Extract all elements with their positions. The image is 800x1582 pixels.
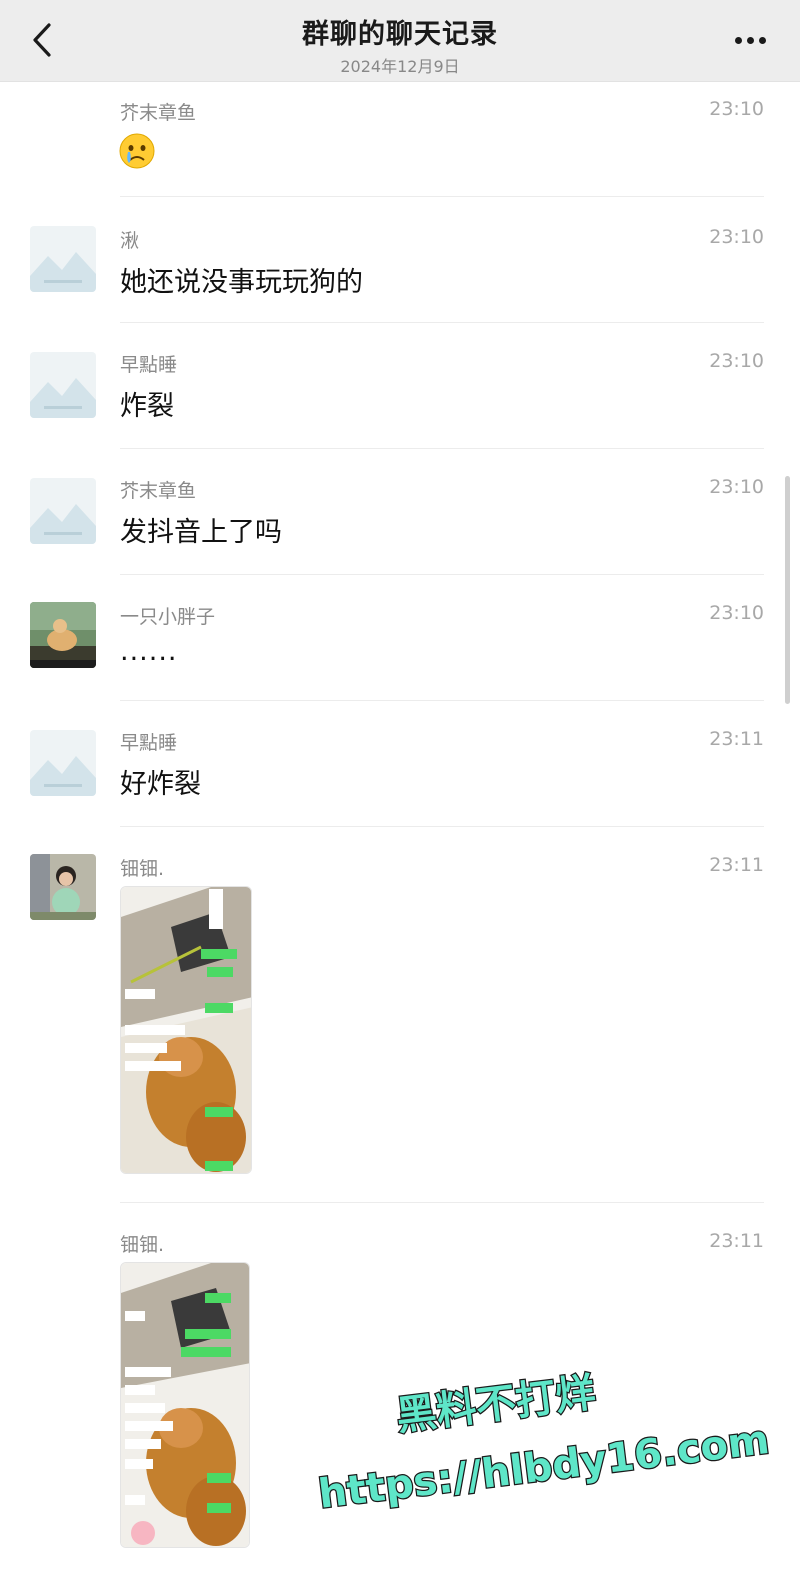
sender-name: 钿钿. xyxy=(120,1234,165,1256)
message-divider xyxy=(120,196,764,197)
chat-message: 湫 23:10 她还说没事玩玩狗的 xyxy=(0,198,800,324)
more-dot-icon xyxy=(758,36,766,44)
message-divider xyxy=(120,448,764,449)
chat-message: 早點睡 23:11 好炸裂 xyxy=(0,702,800,828)
message-divider xyxy=(120,322,764,323)
avatar[interactable] xyxy=(30,226,96,292)
avatar[interactable] xyxy=(30,854,96,920)
photo-avatar-icon xyxy=(30,854,96,920)
chat-history-header: 群聊的聊天记录 2024年12月9日 xyxy=(0,0,800,82)
message-time: 23:11 xyxy=(709,728,764,750)
avatar[interactable] xyxy=(30,730,96,796)
message-divider xyxy=(120,700,764,701)
sender-name: 早點睡 xyxy=(120,354,178,376)
chat-message: 钿钿. 23:11 xyxy=(0,1204,800,1582)
message-divider xyxy=(120,574,764,575)
message-time: 23:10 xyxy=(709,226,764,248)
image-message[interactable] xyxy=(120,1262,250,1548)
sender-name: 一只小胖子 xyxy=(120,606,216,628)
scrollbar[interactable] xyxy=(785,476,790,704)
sender-name: 芥末章鱼 xyxy=(120,102,197,124)
image-placeholder-icon xyxy=(30,730,96,796)
chat-screenshot-image xyxy=(121,1263,249,1547)
message-time: 23:11 xyxy=(709,854,764,876)
message-divider xyxy=(120,1202,764,1203)
more-dot-icon xyxy=(734,36,742,44)
message-time: 23:10 xyxy=(709,98,764,120)
sender-name: 芥末章鱼 xyxy=(120,480,197,502)
message-time: 23:10 xyxy=(709,476,764,498)
sender-name: 早點睡 xyxy=(120,732,178,754)
message-text[interactable]: 发抖音上了吗 xyxy=(120,510,282,549)
avatar[interactable] xyxy=(30,478,96,544)
avatar[interactable] xyxy=(30,352,96,418)
page-title: 群聊的聊天记录 xyxy=(302,19,498,50)
cartoon-avatar-icon xyxy=(30,602,96,668)
image-placeholder-icon xyxy=(30,226,96,292)
chat-message: 钿钿. 23:11 xyxy=(0,828,800,1204)
page-date: 2024年12月9日 xyxy=(340,57,460,76)
message-time: 23:10 xyxy=(709,602,764,624)
message-text[interactable]: 好炸裂 xyxy=(120,762,201,801)
message-time: 23:10 xyxy=(709,350,764,372)
avatar[interactable] xyxy=(30,602,96,668)
more-options-button[interactable] xyxy=(728,22,772,58)
image-placeholder-icon xyxy=(30,478,96,544)
message-text[interactable]: ...... xyxy=(120,636,178,667)
emoji-message[interactable] xyxy=(118,132,156,174)
header-title-block: 群聊的聊天记录 2024年12月9日 xyxy=(0,12,800,77)
image-placeholder-icon xyxy=(30,352,96,418)
message-divider xyxy=(120,826,764,827)
sender-name: 钿钿. xyxy=(120,858,165,880)
chat-message: 早點睡 23:10 炸裂 xyxy=(0,324,800,450)
more-dot-icon xyxy=(746,36,754,44)
sender-name: 湫 xyxy=(120,230,140,252)
image-message[interactable] xyxy=(120,886,252,1174)
message-text[interactable]: 她还说没事玩玩狗的 xyxy=(120,260,363,299)
chat-message: 一只小胖子 23:10 ...... xyxy=(0,576,800,702)
chat-screenshot-image xyxy=(121,887,251,1173)
chat-message: 芥末章鱼 23:10 xyxy=(0,82,800,198)
crying-face-emoji-icon xyxy=(119,133,155,169)
message-text[interactable]: 炸裂 xyxy=(120,384,174,423)
chat-message: 芥末章鱼 23:10 发抖音上了吗 xyxy=(0,450,800,576)
message-time: 23:11 xyxy=(709,1230,764,1252)
